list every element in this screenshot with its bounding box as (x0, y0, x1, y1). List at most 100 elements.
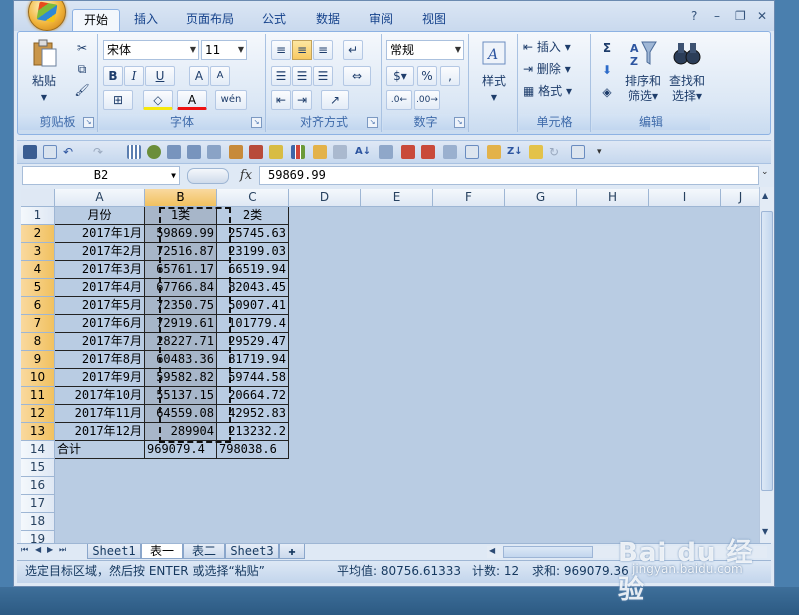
autosum-button[interactable]: Σ (594, 38, 620, 58)
column-header[interactable]: G (505, 189, 577, 207)
align-top-icon[interactable]: ≡ (271, 40, 291, 60)
table-cell[interactable]: 2017年11月 (55, 405, 145, 423)
sort-filter-button[interactable]: AZ 排序和 筛选▾ (622, 38, 664, 104)
column-header[interactable]: A (55, 189, 145, 207)
table-cell[interactable]: 101779.4 (217, 315, 289, 333)
row-header[interactable]: 3 (21, 243, 55, 261)
clipart-icon[interactable] (249, 145, 263, 159)
prev-sheet-icon[interactable]: ◀ (35, 545, 41, 554)
align-left-icon[interactable]: ☰ (271, 66, 291, 86)
formula-bar-splitter[interactable] (187, 168, 229, 184)
alignment-launcher-icon[interactable]: ↘ (367, 117, 378, 128)
table-cell[interactable]: 213232.2 (217, 423, 289, 441)
fill-color-icon[interactable]: ◇ (143, 90, 173, 110)
grow-font-button[interactable]: A (189, 66, 209, 86)
accounting-format-icon[interactable]: $▾ (386, 66, 414, 86)
find-select-button[interactable]: 查找和 选择▾ (666, 38, 708, 104)
styles-button[interactable]: A 样式 ▼ (474, 38, 514, 105)
percent-button[interactable]: % (417, 66, 437, 86)
format-cells-button[interactable]: ▦ 格式 ▾ (523, 82, 572, 100)
column-header[interactable]: E (361, 189, 433, 207)
chart-icon[interactable] (291, 145, 305, 159)
restore-icon[interactable]: ❐ (735, 9, 746, 23)
table-cell[interactable]: 合计 (55, 441, 145, 459)
column-header[interactable]: I (649, 189, 721, 207)
formula-input[interactable]: 59869.99 (259, 166, 759, 185)
row-header[interactable]: 7 (21, 315, 55, 333)
filter-icon[interactable] (207, 145, 221, 159)
column-header[interactable]: D (289, 189, 361, 207)
table-cell[interactable]: 2017年1月 (55, 225, 145, 243)
open-folder-icon[interactable] (313, 145, 327, 159)
merge-icon[interactable] (443, 145, 457, 159)
table-cell[interactable]: 2017年5月 (55, 297, 145, 315)
table-cell[interactable]: 67766.84 (145, 279, 217, 297)
row-header[interactable]: 9 (21, 351, 55, 369)
table-cell[interactable]: 55137.15 (145, 387, 217, 405)
table-cell[interactable]: 2017年12月 (55, 423, 145, 441)
repeat-icon[interactable]: ↻ (549, 145, 563, 159)
select-all-corner[interactable] (21, 189, 55, 207)
sheet-tab-sheet3[interactable]: Sheet3 (225, 544, 279, 559)
table-cell[interactable]: 60483.36 (145, 351, 217, 369)
table-cell[interactable]: 2017年8月 (55, 351, 145, 369)
cut-icon[interactable]: ✂ (72, 38, 92, 58)
insert-column-icon[interactable] (187, 145, 201, 159)
sheet-tab-table2[interactable]: 表二 (183, 544, 225, 559)
increase-indent-icon[interactable]: ⇥ (292, 90, 312, 110)
table-cell[interactable]: 65761.17 (145, 261, 217, 279)
wrap-text-icon[interactable]: ↵ (343, 40, 363, 60)
sheet-tab-table1[interactable]: 表一 (141, 544, 183, 559)
table-cell[interactable]: 1类 (145, 207, 217, 225)
column-header[interactable]: F (433, 189, 505, 207)
table-cell[interactable]: 月份 (55, 207, 145, 225)
vertical-scroll-thumb[interactable] (761, 211, 773, 491)
font-launcher-icon[interactable]: ↘ (251, 117, 262, 128)
table-cell[interactable]: 28227.71 (145, 333, 217, 351)
sort-az-icon[interactable]: A↓ (355, 145, 371, 159)
calculator-icon[interactable] (379, 145, 393, 159)
row-header[interactable]: 2 (21, 225, 55, 243)
number-launcher-icon[interactable]: ↘ (454, 117, 465, 128)
column-header[interactable]: C (217, 189, 289, 207)
table-cell[interactable]: 289904 (145, 423, 217, 441)
align-center-icon[interactable]: ☰ (292, 66, 312, 86)
table-cell[interactable]: 20664.72 (217, 387, 289, 405)
row-header[interactable]: 15 (21, 459, 55, 477)
worksheet-grid[interactable]: ABCDEFGHIJ 1 2 3 4 5 6 7 8 9 10 11 12 13 14 15 16 17 18 19… (21, 189, 761, 543)
table-icon[interactable] (127, 145, 141, 159)
paste-special-icon[interactable] (529, 145, 543, 159)
table-cell[interactable]: 64559.08 (145, 405, 217, 423)
decrease-decimal-icon[interactable]: .00→ (414, 90, 440, 110)
redo-icon[interactable]: ↷ (93, 145, 107, 159)
vertical-scrollbar[interactable]: ▲ ▼ (759, 187, 774, 543)
save-icon[interactable] (23, 145, 37, 159)
table-cell[interactable]: 2017年7月 (55, 333, 145, 351)
column-header[interactable]: H (577, 189, 649, 207)
number-format-select[interactable]: 常规 ▼ (386, 40, 464, 60)
row-header[interactable]: 4 (21, 261, 55, 279)
row-header[interactable]: 1 (21, 207, 55, 225)
table-cell[interactable]: 72516.87 (145, 243, 217, 261)
tab-review[interactable]: 审阅 (361, 9, 401, 31)
copy-icon[interactable]: ⧉ (72, 59, 92, 79)
delete-column-icon[interactable] (421, 145, 435, 159)
tab-formulas[interactable]: 公式 (254, 9, 294, 31)
sheet-tab-sheet1[interactable]: Sheet1 (87, 544, 141, 559)
comma-style-button[interactable]: , (440, 66, 460, 86)
row-header[interactable]: 5 (21, 279, 55, 297)
row-header[interactable]: 18 (21, 513, 55, 531)
scroll-up-icon[interactable]: ▲ (762, 191, 768, 200)
increase-decimal-icon[interactable]: .0← (386, 90, 412, 110)
table-cell[interactable]: 2017年3月 (55, 261, 145, 279)
table-cell[interactable]: 50907.41 (217, 297, 289, 315)
font-size-select[interactable]: 11 ▼ (201, 40, 247, 60)
table-cell[interactable]: 72919.61 (145, 315, 217, 333)
format-icon[interactable] (487, 145, 501, 159)
row-header[interactable]: 17 (21, 495, 55, 513)
help-icon[interactable]: ? (691, 9, 697, 23)
delete-cells-button[interactable]: ⇥ 删除 ▾ (523, 60, 571, 78)
scroll-left-icon[interactable]: ◀ (489, 546, 495, 555)
table-cell[interactable]: 42952.83 (217, 405, 289, 423)
tab-home[interactable]: 开始 (72, 9, 120, 32)
